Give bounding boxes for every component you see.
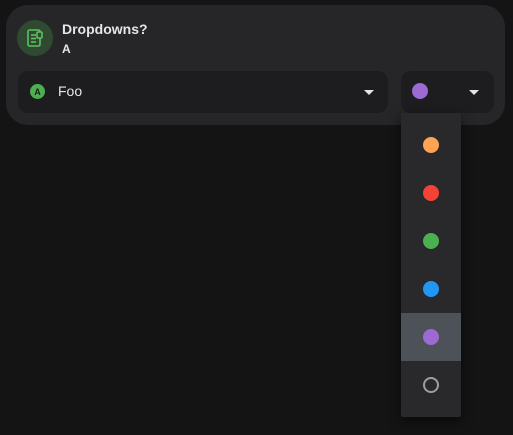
card-title: Dropdowns? bbox=[62, 21, 148, 37]
color-option[interactable] bbox=[401, 121, 461, 169]
chevron-down-icon bbox=[469, 90, 479, 95]
color-select[interactable] bbox=[401, 71, 494, 113]
color-dot-icon bbox=[423, 281, 439, 297]
color-dot-icon bbox=[423, 329, 439, 345]
card-subtitle: A bbox=[62, 42, 71, 56]
color-option[interactable] bbox=[401, 265, 461, 313]
color-option[interactable] bbox=[401, 169, 461, 217]
option-select[interactable]: A Foo bbox=[18, 71, 388, 113]
no-color-icon bbox=[423, 377, 439, 393]
selected-color-dot bbox=[412, 83, 428, 99]
option-badge-icon: A bbox=[30, 84, 45, 99]
color-option[interactable] bbox=[401, 361, 461, 409]
option-select-label: Foo bbox=[58, 83, 83, 99]
color-dot-icon bbox=[423, 185, 439, 201]
chevron-down-icon bbox=[364, 90, 374, 95]
color-option[interactable] bbox=[401, 217, 461, 265]
dropdowns-card: Dropdowns? A A Foo bbox=[6, 5, 505, 125]
color-option[interactable] bbox=[401, 313, 461, 361]
receipt-icon bbox=[17, 20, 53, 56]
color-dot-icon bbox=[423, 233, 439, 249]
color-dot-icon bbox=[423, 137, 439, 153]
color-dropdown-menu bbox=[401, 113, 461, 417]
